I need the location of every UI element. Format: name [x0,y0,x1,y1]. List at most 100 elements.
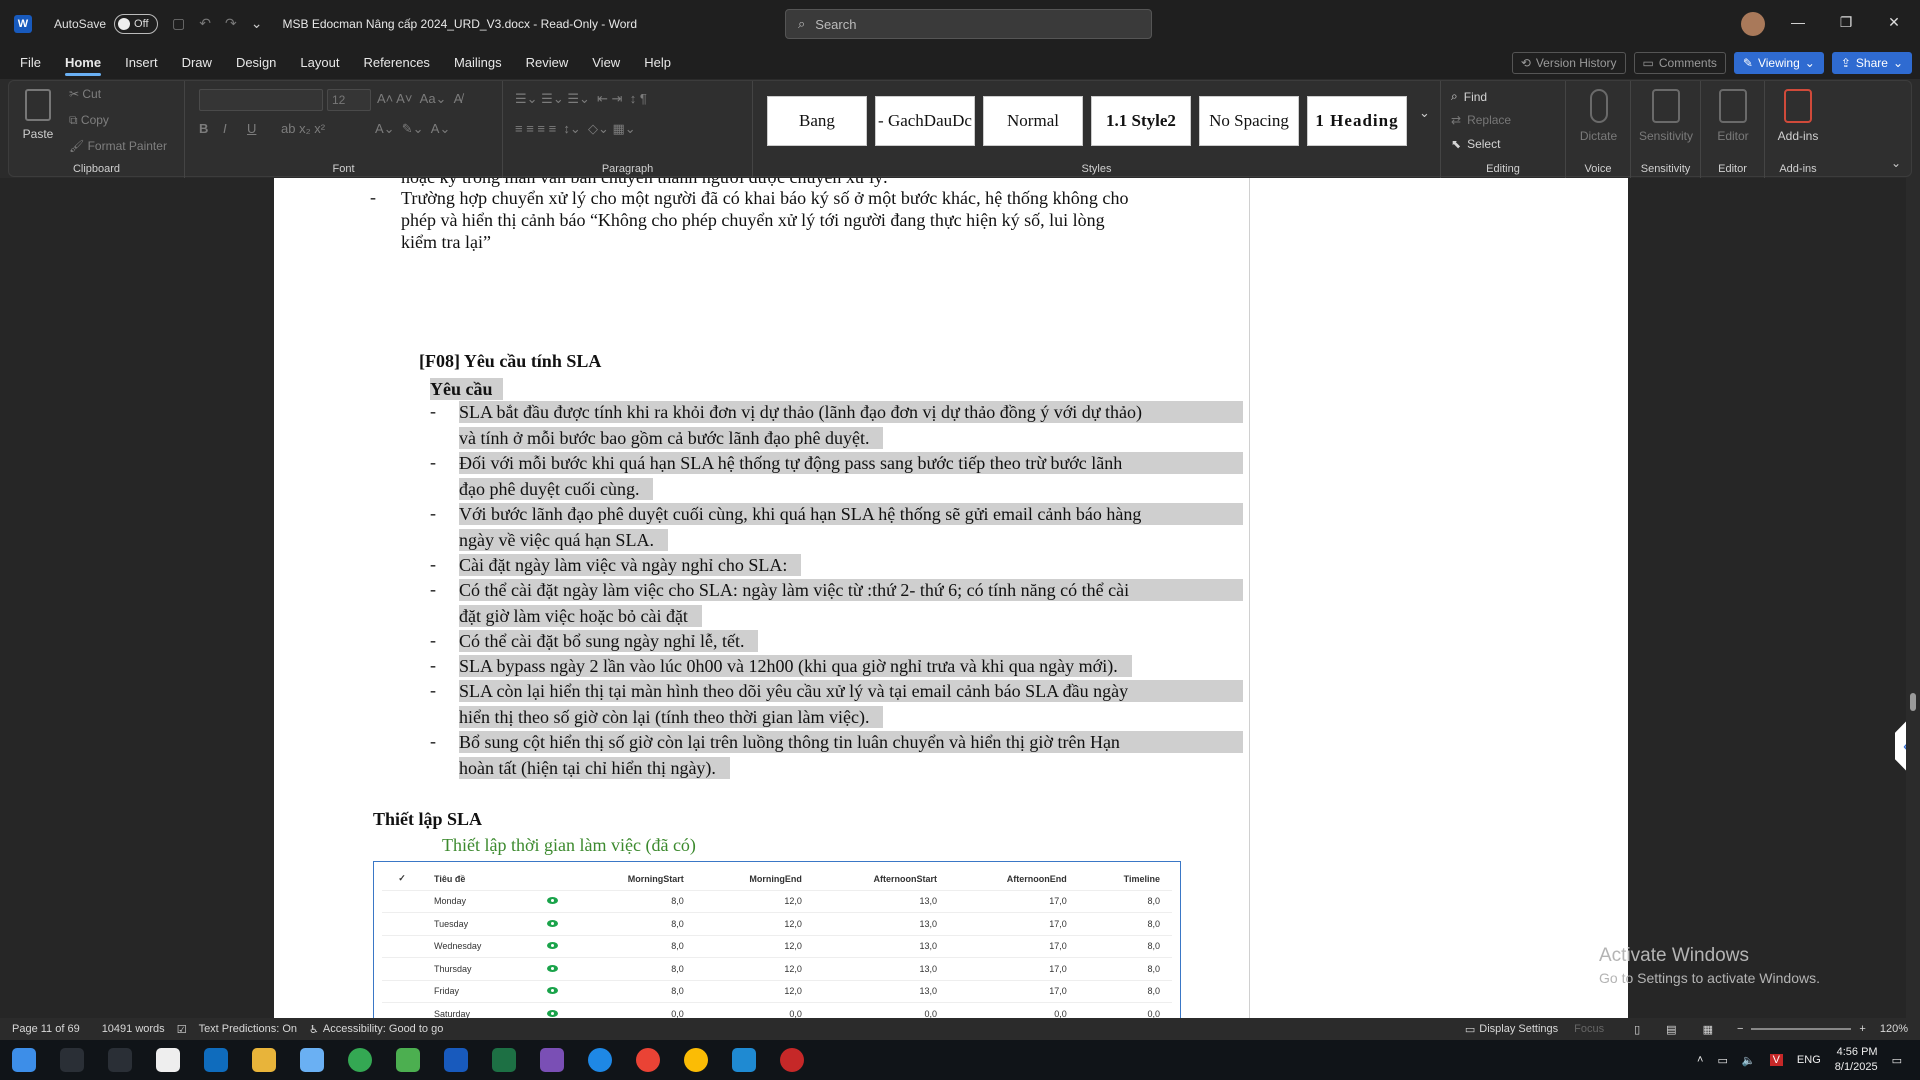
select-button[interactable]: ⬉ Select [1451,137,1500,151]
autosave-toggle[interactable]: Off [114,13,159,34]
vscode-icon[interactable] [732,1048,756,1072]
tray-chevron-up-icon[interactable]: ˄ [1697,1054,1703,1066]
excel-icon[interactable] [492,1048,516,1072]
notepad-icon[interactable] [396,1048,420,1072]
styles-more-icon[interactable]: ⌄ [1419,105,1430,121]
tab-file[interactable]: File [8,47,53,79]
restore-icon[interactable]: ❐ [1836,12,1856,32]
read-mode-icon[interactable]: ▯ [1634,1023,1640,1036]
chrome-icon[interactable] [684,1048,708,1072]
proofing-icon[interactable]: ☑ [177,1023,187,1036]
tab-layout[interactable]: Layout [288,47,351,79]
display-settings[interactable]: Display Settings [1479,1023,1558,1035]
bold-icon[interactable]: B [199,121,208,136]
tab-draw[interactable]: Draw [170,47,224,79]
quick-access-dropdown-icon[interactable]: ⌄ [251,15,263,32]
style-no-spacing[interactable]: No Spacing [1199,96,1299,146]
app-icon[interactable] [300,1048,324,1072]
language-indicator[interactable]: ENG [1797,1054,1821,1066]
print-layout-icon[interactable]: ▤ [1666,1023,1676,1036]
tab-view[interactable]: View [580,47,632,79]
zoom-slider[interactable] [1751,1028,1852,1030]
word-count[interactable]: 10491 words [102,1023,165,1035]
format-painter-button[interactable]: 🖌 Format Painter [69,139,167,153]
tab-home[interactable]: Home [53,47,113,79]
word-taskbar-icon[interactable] [444,1048,468,1072]
redo-icon[interactable]: ↷ [225,15,237,32]
outlook-icon[interactable] [204,1048,228,1072]
accessibility-status[interactable]: Accessibility: Good to go [323,1023,443,1035]
undo-icon[interactable]: ↶ [199,15,211,32]
chrome-icon[interactable] [348,1048,372,1072]
zoom-in-icon[interactable]: + [1859,1023,1865,1035]
zoom-out-icon[interactable]: − [1737,1023,1743,1035]
text-effects-icon[interactable]: A⌄ ✎⌄ A⌄ [375,121,450,137]
clock-date: 8/1/2025 [1834,1061,1878,1073]
text-predictions[interactable]: Text Predictions: On [199,1023,297,1035]
focus-mode[interactable]: Focus [1574,1023,1604,1035]
paste-button[interactable]: Paste [21,89,55,141]
tab-references[interactable]: References [351,47,441,79]
minimize-icon[interactable]: — [1788,12,1808,32]
page-count[interactable]: Page 11 of 69 [12,1023,80,1035]
addins-button[interactable]: Add-ins [1771,87,1825,143]
sensitivity-label: Sensitivity [1638,129,1694,143]
editor-button[interactable]: Editor [1709,87,1757,143]
notion-icon[interactable] [156,1048,180,1072]
eye-icon [546,1010,558,1017]
scrollbar-thumb[interactable] [1910,693,1916,711]
messenger-icon[interactable] [588,1048,612,1072]
bullets-icon[interactable]: ☰⌄ ☰⌄ ☰⌄ ⇤ ⇥ ↕ ¶ [515,91,647,107]
comments-button[interactable]: ▭ Comments [1633,52,1726,74]
find-button[interactable]: ⌕ Find [1451,89,1487,104]
vertical-scrollbar[interactable] [1906,178,1920,1018]
tab-help[interactable]: Help [632,47,683,79]
visual-studio-icon[interactable] [540,1048,564,1072]
dictate-button[interactable]: Dictate [1576,87,1621,143]
grow-font-icon[interactable]: A˄ A˅ Aa⌄ A̸ [377,91,462,107]
save-icon[interactable]: ▢ [172,15,185,32]
user-avatar[interactable] [1741,12,1765,36]
font-name-dropdown[interactable] [199,89,323,111]
copy-button[interactable]: ⧉ Copy [69,113,109,128]
tab-review[interactable]: Review [514,47,581,79]
cut-button[interactable]: ✂ Cut [69,87,101,101]
chrome-icon[interactable] [636,1048,660,1072]
volume-icon[interactable]: 🔈 [1742,1054,1756,1067]
chevron-down-icon: ⌄ [1804,56,1815,70]
font-size-dropdown[interactable]: 12 [327,89,371,111]
style-bang[interactable]: Bang [767,96,867,146]
file-explorer-icon[interactable] [252,1048,276,1072]
version-history-button[interactable]: ⟲ Version History [1511,52,1626,74]
document-page[interactable]: hoặc ký trong màn văn bản chuyển thành n… [274,178,1628,1018]
start-icon[interactable] [12,1048,36,1072]
share-button[interactable]: ⇪ Share ⌄ [1831,52,1912,74]
underline-icon[interactable]: U [247,121,256,136]
collapse-ribbon-icon[interactable]: ⌄ [1891,156,1901,170]
web-layout-icon[interactable]: ▦ [1703,1023,1713,1036]
tab-mailings[interactable]: Mailings [442,47,514,79]
search-box[interactable]: ⌕ Search [785,9,1152,39]
sensitivity-button[interactable]: Sensitivity [1633,87,1699,143]
clock[interactable]: 4:56 PM 8/1/2025 [1835,1045,1878,1075]
style-gachdaudc[interactable]: - GachDauDc [875,96,975,146]
search-taskbar-icon[interactable] [60,1048,84,1072]
align-left-icon[interactable]: ≡ ≡ ≡ ≡ ↕⌄ ◇⌄ ▦⌄ [515,121,636,137]
close-icon[interactable]: ✕ [1884,12,1904,32]
notification-icon[interactable]: ▭ [1892,1054,1902,1067]
chrome-icon[interactable] [780,1048,804,1072]
task-view-icon[interactable] [108,1048,132,1072]
viewing-mode-button[interactable]: ✎ Viewing ⌄ [1733,52,1824,74]
style-style2[interactable]: 1.1 Style2 [1091,96,1191,146]
zoom-level[interactable]: 120% [1880,1023,1908,1035]
style-heading1[interactable]: 1 Heading [1307,96,1407,146]
unikey-icon[interactable]: V [1769,1054,1783,1066]
replace-button[interactable]: ⇄ Replace [1451,113,1511,127]
tab-insert[interactable]: Insert [113,47,170,79]
strikethrough-icon[interactable]: ab x₂ x² [281,121,325,136]
tab-design[interactable]: Design [224,47,288,79]
style-normal[interactable]: Normal [983,96,1083,146]
italic-icon[interactable]: I [223,121,227,136]
section-heading: [F08] Yêu cầu tính SLA [419,351,602,371]
network-icon[interactable]: ▭ [1717,1054,1727,1067]
